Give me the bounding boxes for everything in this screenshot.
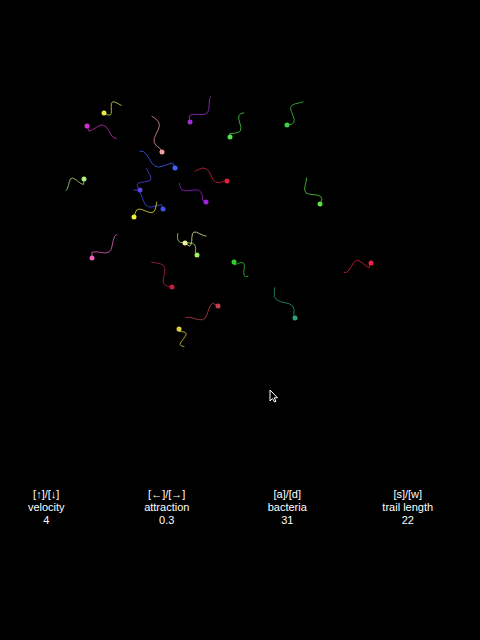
bacterium	[132, 202, 157, 220]
control-value: 0.3	[159, 514, 174, 527]
control-keys: [s]/[w]	[393, 488, 422, 501]
control-keys: [a]/[d]	[273, 488, 301, 501]
bacterium	[85, 124, 117, 139]
bacterium	[139, 151, 177, 171]
bacterium	[151, 262, 174, 290]
bacterium	[344, 261, 374, 273]
control-value: 22	[402, 514, 414, 527]
control-label: attraction	[144, 501, 189, 514]
bacteria-drawing	[0, 0, 480, 486]
bacterium	[90, 234, 118, 260]
bacterium	[179, 183, 208, 205]
bacterium	[285, 102, 304, 128]
bacterium	[232, 260, 249, 277]
bacterium	[152, 116, 165, 154]
bacterium	[228, 113, 245, 140]
simulation-canvas[interactable]	[0, 0, 480, 486]
cursor-icon	[269, 389, 279, 403]
control-label: trail length	[382, 501, 433, 514]
bacterium	[183, 232, 207, 246]
control: [↑]/[↓]velocity4	[0, 486, 107, 527]
control-keys: [↑]/[↓]	[33, 488, 59, 501]
bacterium	[102, 102, 122, 116]
control: [s]/[w]trail length22	[348, 486, 469, 527]
control: [a]/[d]bacteria31	[227, 486, 348, 527]
control: [←]/[→]attraction0.3	[107, 486, 228, 527]
bacterium	[305, 178, 323, 207]
bacterium	[177, 327, 187, 347]
bacterium	[186, 303, 221, 320]
bacterium	[195, 168, 230, 184]
bacterium	[66, 177, 87, 191]
bacterium	[137, 168, 151, 192]
control-keys: [←]/[→]	[148, 488, 185, 501]
bacteria-page: [↑]/[↓]velocity4[←]/[→]attraction0.3[a]/…	[0, 0, 480, 640]
control-value: 31	[281, 514, 293, 527]
bacterium	[134, 190, 166, 212]
control-value: 4	[43, 514, 49, 527]
control-label: bacteria	[268, 501, 307, 514]
control-label: velocity	[28, 501, 65, 514]
bacterium	[274, 287, 297, 320]
bacterium	[188, 96, 211, 124]
controls-bar: [↑]/[↓]velocity4[←]/[→]attraction0.3[a]/…	[0, 486, 480, 527]
